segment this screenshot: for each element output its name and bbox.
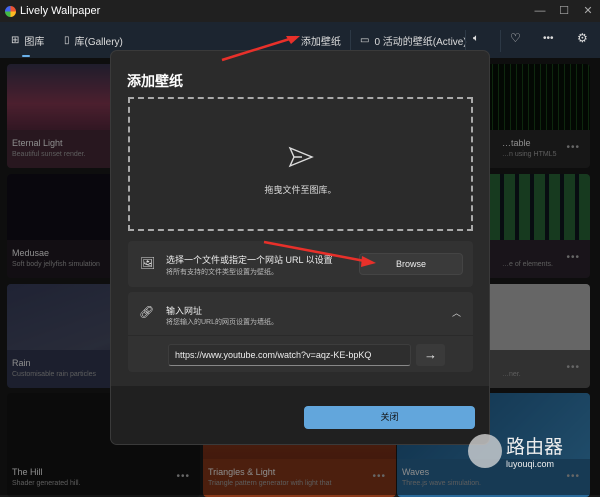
close-button[interactable]: 关闭 [304,406,475,429]
title-bar: Lively Wallpaper — ☐ ✕ [0,0,600,22]
selected-indicator [22,55,30,57]
monitor-icon: ▭ [360,35,370,46]
divider [350,30,351,52]
tab-library[interactable]: ▯ 库(Gallery) [64,33,123,48]
app-logo-icon [5,5,16,17]
watermark: 路由器 luyouqi.com [468,432,563,469]
settings-button[interactable]: ⚙ [577,31,588,45]
divider [128,335,473,336]
tab-library-label: 库(Gallery) [74,37,123,48]
router-icon [468,433,502,468]
minimize-button[interactable]: — [528,0,552,22]
library-icon: ▯ [64,35,70,46]
url-expander-header[interactable]: 🔗︎ 输入网址 将您输入的URL的网页设置为墙纸。 ︿ [128,292,473,335]
dialog-title: 添加壁纸 [127,73,183,89]
tab-gallery[interactable]: ⊞ 图库 [11,33,44,48]
divider [465,30,466,52]
active-wallpapers-button[interactable]: ▭ 0 活动的壁纸(Active) [360,33,467,48]
add-wallpaper-dialog: 添加壁纸 拖曳文件至图库。 🖼︎ 选择一个文件或指定一个网站 URL 以设置 将… [110,50,490,445]
watermark-site: luyouqi.com [506,459,555,469]
send-icon [288,146,314,168]
file-row: 🖼︎ 选择一个文件或指定一个网站 URL 以设置 将所有支持的文件类型设置为壁纸… [128,241,473,287]
support-button[interactable]: ♡ [510,31,521,45]
heart-icon: ♡ [510,31,521,45]
speaker-icon: 🔈︎ [473,33,479,44]
image-icon: 🖼︎ [140,256,156,270]
add-wallpaper-label: 添加壁纸 [300,37,341,48]
chevron-up-icon: ︿ [451,308,461,318]
url-expander: 🔗︎ 输入网址 将您输入的URL的网页设置为墙纸。 ︿ → [128,292,473,372]
active-wallpapers-label: 0 活动的壁纸(Active) [374,37,467,48]
more-button[interactable]: ••• [543,33,554,44]
grid-icon: ⊞ [11,35,20,46]
link-icon: 🔗︎ [139,305,155,319]
window-title: Lively Wallpaper [20,5,101,17]
close-window-button[interactable]: ✕ [576,0,600,22]
watermark-brand: 路由器 [506,437,564,458]
dialog-footer: 关闭 [111,386,489,444]
add-wallpaper-button[interactable]: + 添加壁纸 [290,33,341,48]
drop-zone[interactable]: 拖曳文件至图库。 [128,97,473,231]
tab-gallery-label: 图库 [24,37,45,48]
volume-button[interactable]: 🔈︎ [473,33,479,44]
drop-label: 拖曳文件至图库。 [264,185,337,195]
more-icon: ••• [543,33,554,44]
file-heading: 选择一个文件或指定一个网站 URL 以设置 [166,255,333,265]
browse-button[interactable]: Browse [359,253,463,275]
file-subtext: 将所有支持的文件类型设置为壁纸。 [166,269,278,276]
url-subtext: 将您输入的URL的网页设置为墙纸。 [166,319,279,326]
maximize-button[interactable]: ☐ [552,0,576,22]
divider [500,30,501,52]
url-input[interactable] [168,344,411,366]
url-heading: 输入网址 [166,306,203,316]
gear-icon: ⚙ [577,31,588,45]
add-icon: + [290,35,296,46]
go-arrow-button[interactable]: → [416,344,445,366]
